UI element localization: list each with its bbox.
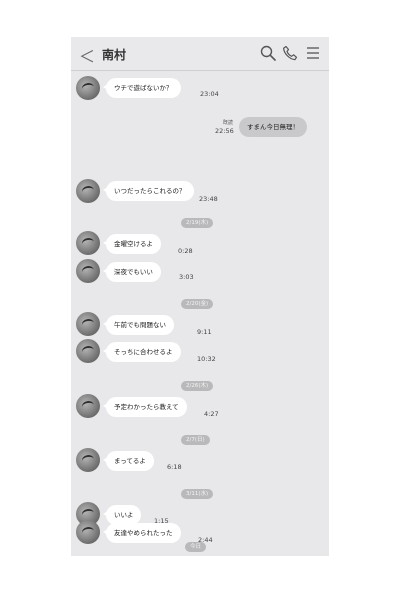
message-time: 4:27	[204, 410, 219, 418]
message-time: 23:48	[199, 195, 218, 203]
chat-title: 南村	[102, 48, 127, 62]
read-status: 既読	[223, 120, 234, 126]
message-feed: ウチで遊ばないか？ 23:04 既読 22:56 すまん今日無理！ いつだったら…	[71, 71, 329, 556]
search-icon[interactable]	[260, 45, 276, 61]
avatar[interactable]	[76, 312, 100, 336]
message-bubble[interactable]: ウチで遊ばないか？	[103, 78, 181, 98]
message-time: 10:32	[197, 355, 216, 363]
menu-icon[interactable]	[305, 45, 321, 61]
avatar[interactable]	[76, 394, 100, 418]
back-icon[interactable]: ＜	[79, 43, 95, 67]
date-separator: 2/19(木)	[181, 218, 214, 228]
message-bubble[interactable]: いつだったらこれるの？	[103, 181, 194, 201]
avatar[interactable]	[76, 76, 100, 100]
avatar[interactable]	[76, 259, 100, 283]
avatar[interactable]	[76, 520, 100, 544]
message-time: 6:18	[167, 463, 182, 471]
message-time: 9:11	[197, 328, 212, 336]
message-bubble[interactable]: 午前でも問題ない	[103, 315, 174, 335]
message-bubble[interactable]: すまん今日無理！	[239, 117, 307, 137]
message-bubble[interactable]: 金曜空けるよ	[103, 234, 161, 254]
date-separator: 3/11(水)	[181, 489, 214, 499]
chat-header: ＜ 南村	[71, 37, 329, 71]
chat-screen: ＜ 南村 ウチで遊ばないか？ 23:04 既読 22:56 すまん今日無理！ い…	[71, 37, 329, 556]
message-bubble[interactable]: 深夜でもいい	[103, 262, 161, 282]
message-bubble[interactable]: そっちに合わせるよ	[103, 342, 181, 362]
message-bubble[interactable]: 予定わかったら教えて	[103, 397, 187, 417]
message-time: 2:44	[198, 536, 213, 544]
date-separator: 2/20(金)	[181, 299, 214, 309]
message-time: 3:03	[179, 273, 194, 281]
message-bubble[interactable]: まってるよ	[103, 451, 154, 471]
avatar[interactable]	[76, 179, 100, 203]
message-time: 22:56	[215, 127, 234, 135]
message-time: 23:04	[200, 90, 219, 98]
date-separator: 2/7(日)	[181, 435, 210, 445]
message-time: 0:28	[178, 247, 193, 255]
date-separator: 2/26(木)	[181, 381, 214, 391]
avatar[interactable]	[76, 448, 100, 472]
avatar[interactable]	[76, 231, 100, 255]
phone-icon[interactable]	[282, 45, 298, 61]
message-bubble[interactable]: 友達やめられたった	[103, 523, 181, 543]
message-bubble[interactable]: いいよ	[102, 505, 142, 525]
avatar[interactable]	[76, 339, 100, 363]
